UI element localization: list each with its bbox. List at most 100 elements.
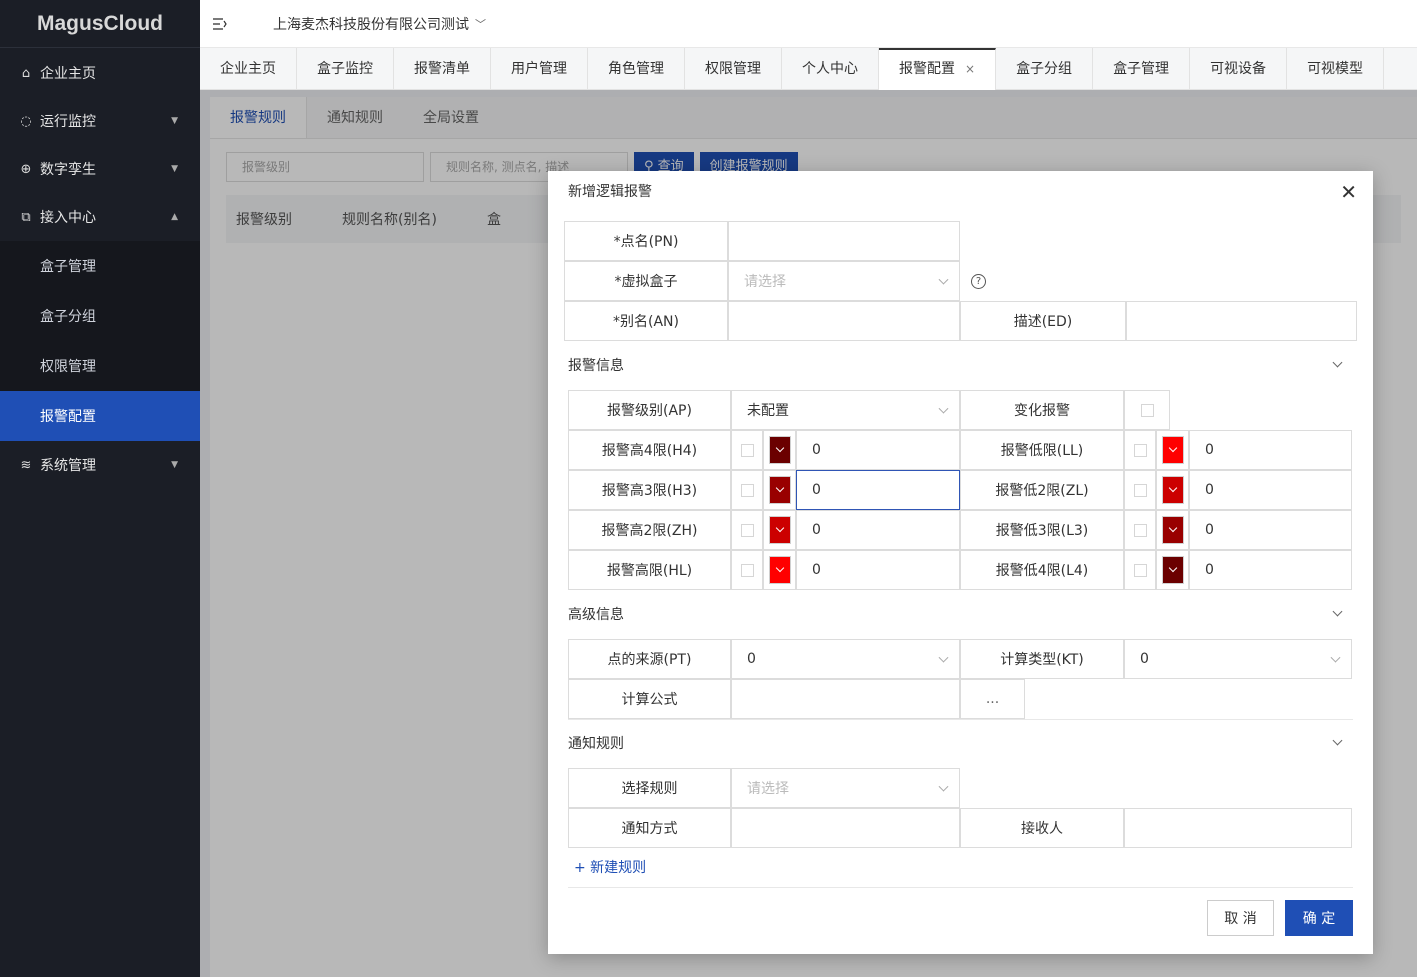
receiver-input[interactable] [1124,808,1352,848]
tab-box-group[interactable]: 盒子分组 [996,48,1094,90]
low-limit-checkbox[interactable] [1133,443,1147,457]
change-alarm-checkbox-cell [1124,390,1170,430]
globe-icon: ⊕ [20,161,32,177]
low-limit-checkbox[interactable] [1133,483,1147,497]
change-alarm-label: 变化报警 [960,390,1124,430]
sidebar-item-system[interactable]: ≋ 系统管理 ▼ [0,441,200,489]
high-limit-label: 报警高限(HL) [568,550,731,590]
kt-select[interactable]: 0 [1124,639,1352,679]
divider [568,887,1353,888]
color-picker[interactable] [1161,516,1184,544]
notify-rules-section[interactable]: 通知规则 [568,728,1353,758]
sidebar-subitem-alarm-config[interactable]: 报警配置 [0,391,200,441]
tab-box-manage[interactable]: 盒子管理 [1093,48,1191,90]
low-limit-value-input[interactable]: 0 [1189,550,1352,590]
pn-label: *点名(PN) [564,221,728,261]
help-icon[interactable]: ? [971,274,986,289]
low-limit-color-cell [1156,510,1189,550]
tab-alarm-list[interactable]: 报警清单 [394,48,491,90]
an-input[interactable] [728,301,960,341]
tab-permission-manage[interactable]: 权限管理 [685,48,782,90]
sidebar-item-access-center[interactable]: ⧉ 接入中心 ▲ [0,193,200,241]
color-picker[interactable] [768,436,791,464]
ed-label: 描述(ED) [960,301,1126,341]
low-limit-label: 报警低2限(ZL) [960,470,1124,510]
cancel-button[interactable]: 取 消 [1207,900,1274,936]
ap-select[interactable]: 未配置 [731,390,960,430]
high-limit-color-cell [763,470,796,510]
sidebar-subitem-box-group[interactable]: 盒子分组 [0,291,200,341]
high-limit-checkbox[interactable] [740,483,754,497]
low-limit-checkbox[interactable] [1133,563,1147,577]
high-limit-color-cell [763,510,796,550]
method-input[interactable] [731,808,960,848]
caret-up-icon: ▲ [171,212,178,222]
sidebar-item-digital-twin[interactable]: ⊕ 数字孪生 ▼ [0,145,200,193]
rule-select[interactable]: 请选择 [731,768,960,808]
menu-toggle-icon[interactable] [212,17,228,31]
method-label: 通知方式 [568,808,731,848]
high-limit-label: 报警高4限(H4) [568,430,731,470]
color-picker[interactable] [768,516,791,544]
chevron-down-icon [1330,652,1341,663]
close-icon[interactable]: ✕ [1340,171,1357,213]
high-limit-checkbox[interactable] [740,523,754,537]
box-select[interactable]: 请选择 [728,261,960,301]
chevron-down-icon [938,403,949,414]
advanced-info-section[interactable]: 高级信息 [568,599,1353,629]
sidebar-item-home[interactable]: ⌂ 企业主页 [0,49,200,97]
tab-user-manage[interactable]: 用户管理 [491,48,588,90]
low-limit-value-input[interactable]: 0 [1189,510,1352,550]
tab-home[interactable]: 企业主页 [200,48,297,90]
chevron-down-icon [938,274,949,285]
low-limit-value-input[interactable]: 0 [1189,470,1352,510]
alarm-info-section[interactable]: 报警信息 [568,350,1353,380]
pt-label: 点的来源(PT) [568,639,731,679]
confirm-button[interactable]: 确 定 [1285,900,1353,936]
high-limit-value-input[interactable]: 0 [796,430,960,470]
low-limit-value-input[interactable]: 0 [1189,430,1352,470]
tab-personal-center[interactable]: 个人中心 [782,48,879,90]
sidebar-subitem-permission[interactable]: 权限管理 [0,341,200,391]
chevron-down-icon [1332,735,1343,745]
high-limit-checkbox-cell [731,430,763,470]
pn-input[interactable] [728,221,960,261]
tab-role-manage[interactable]: 角色管理 [588,48,685,90]
formula-input[interactable] [731,679,960,719]
tab-visual-model[interactable]: 可视模型 [1287,48,1385,90]
section-title: 通知规则 [568,736,624,752]
high-limit-checkbox[interactable] [740,563,754,577]
color-picker[interactable] [1161,476,1184,504]
sidebar-subitem-box-manage[interactable]: 盒子管理 [0,241,200,291]
sidebar-item-monitoring[interactable]: ◌ 运行监控 ▼ [0,97,200,145]
chevron-down-icon [1332,606,1343,616]
formula-edit-button[interactable]: ... [960,679,1025,719]
change-alarm-checkbox[interactable] [1140,403,1154,417]
high-limit-value-input[interactable]: 0 [796,550,960,590]
ed-input[interactable] [1126,301,1357,341]
color-picker[interactable] [768,476,791,504]
high-limit-checkbox-cell [731,510,763,550]
high-limit-color-cell [763,550,796,590]
high-limit-value-input[interactable]: 0 [796,510,960,550]
color-picker[interactable] [768,556,791,584]
layers-icon: ≋ [20,457,32,473]
tab-box-monitor[interactable]: 盒子监控 [297,48,394,90]
high-limit-value-input[interactable]: 0 [796,470,960,510]
sidebar-item-label: 系统管理 [40,458,96,474]
high-limit-checkbox[interactable] [740,443,754,457]
ap-label: 报警级别(AP) [568,390,731,430]
low-limit-checkbox[interactable] [1133,523,1147,537]
close-tab-icon[interactable]: × [965,62,975,76]
low-limit-label: 报警低限(LL) [960,430,1124,470]
tab-visual-device[interactable]: 可视设备 [1190,48,1288,90]
new-rule-link[interactable]: + 新建规则 [574,857,646,877]
low-limit-color-cell [1156,430,1189,470]
tab-alarm-config[interactable]: 报警配置 × [879,48,997,90]
company-selector[interactable]: 上海麦杰科技股份有限公司测试 ﹀ [273,14,486,34]
color-picker[interactable] [1161,556,1184,584]
pt-select[interactable]: 0 [731,639,960,679]
sidebar-item-label: 接入中心 [40,210,96,226]
color-picker[interactable] [1161,436,1184,464]
low-limit-checkbox-cell [1124,470,1156,510]
